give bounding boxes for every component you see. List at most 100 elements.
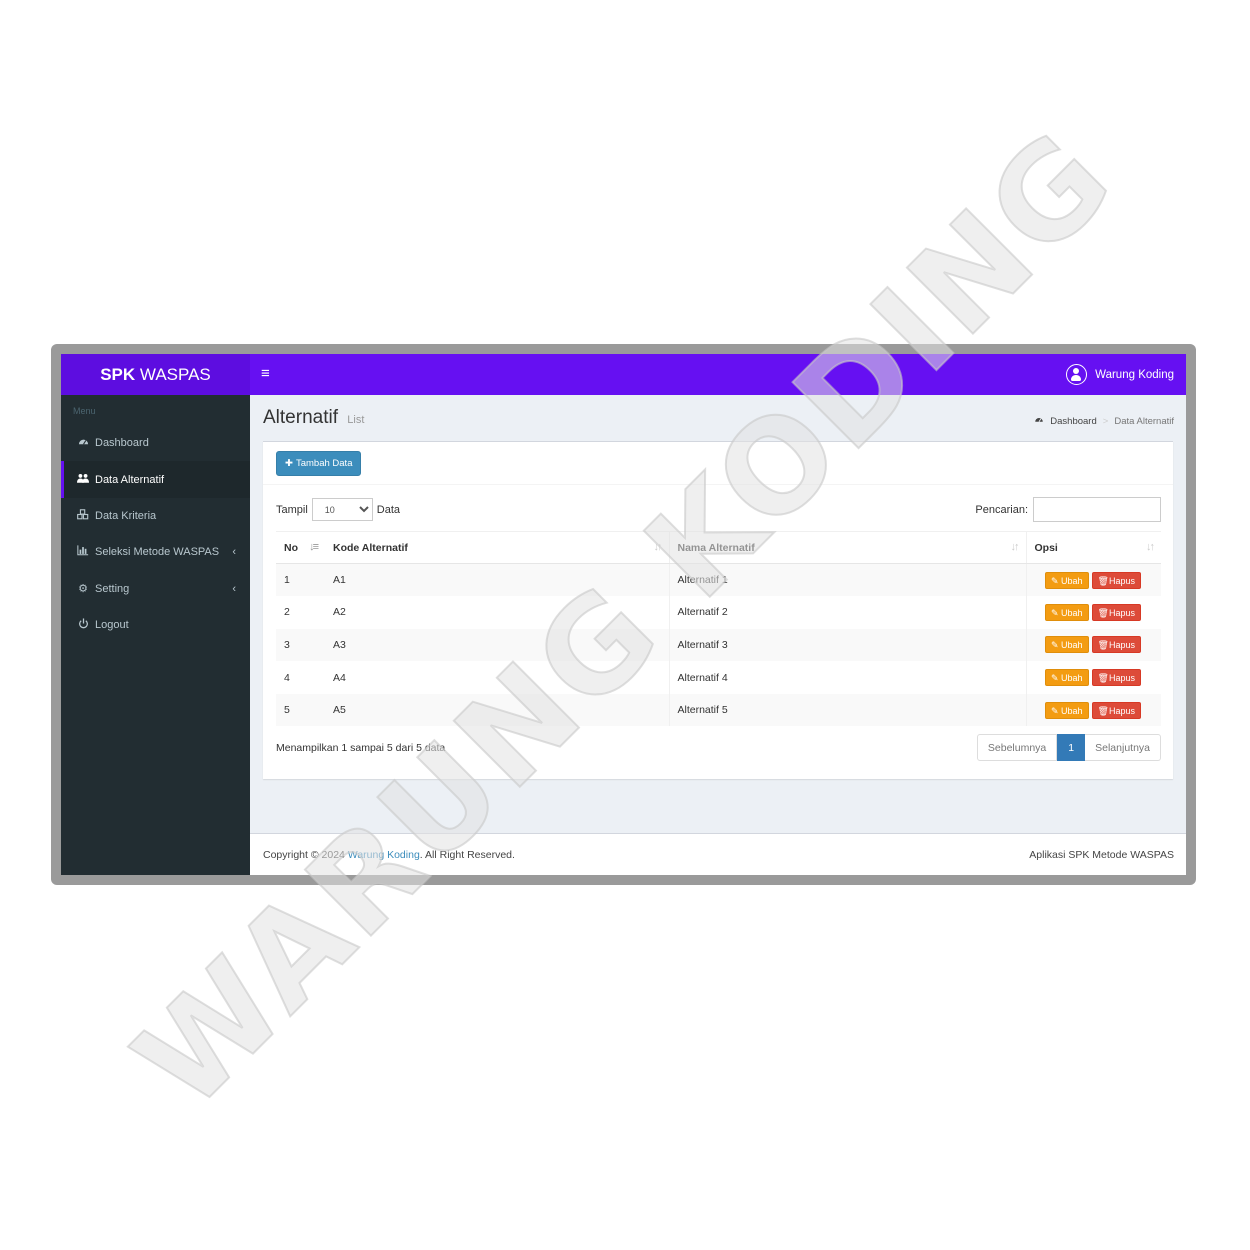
pagination: Sebelumnya 1 Selanjutnya <box>976 734 1161 761</box>
sidebar-item-seleksi-metode[interactable]: Seleksi Metode WASPAS ‹ <box>61 534 250 570</box>
edit-button[interactable]: ✎ Ubah <box>1044 701 1089 719</box>
sidebar-item-dashboard[interactable]: Dashboard <box>61 425 250 461</box>
cell-no: 3 <box>276 628 325 662</box>
table-row: 3 A3 Alternatif 3 ✎ Ubah 🗑Hapus <box>276 628 1161 662</box>
plus-icon: ✚ <box>285 458 293 469</box>
add-data-label: Tambah Data <box>295 458 353 469</box>
logo-bold: SPK <box>100 365 136 384</box>
sidebar-item-label: Seleksi Metode WASPAS <box>95 546 220 559</box>
column-header-no[interactable]: No ↓≡ <box>276 531 325 564</box>
edit-icon: ✎ <box>1050 575 1059 586</box>
edit-button[interactable]: ✎ Ubah <box>1044 571 1089 589</box>
sidebar-item-logout[interactable]: Logout <box>61 607 250 643</box>
cell-nama: Alternatif 3 <box>668 628 1026 662</box>
breadcrumb: Dashboard > Data Alternatif <box>1034 415 1174 427</box>
delete-label: Hapus <box>1108 640 1135 651</box>
users-icon <box>76 473 90 487</box>
edit-icon: ✎ <box>1050 705 1059 716</box>
delete-button[interactable]: 🗑Hapus <box>1091 669 1141 687</box>
dashboard-icon <box>76 436 90 450</box>
page-number-button[interactable]: 1 <box>1057 734 1086 761</box>
sidebar-item-label: Data Kriteria <box>95 509 157 522</box>
search-input[interactable] <box>1033 497 1161 522</box>
delete-button[interactable]: 🗑Hapus <box>1091 571 1141 589</box>
content-wrapper: Alternatif List Dashboard > Data Alterna… <box>250 395 1186 833</box>
column-header-nama[interactable]: Nama Alternatif ↓↑ <box>668 531 1026 564</box>
column-header-label: No <box>284 541 298 554</box>
sidebar-toggle-icon[interactable]: ≡ <box>261 354 270 395</box>
sort-icon: ↓↑ <box>653 541 663 553</box>
sidebar-item-data-alternatif[interactable]: Data Alternatif <box>61 461 250 498</box>
sort-icon: ↓↑ <box>1146 541 1155 553</box>
cell-nama: Alternatif 2 <box>668 596 1026 629</box>
length-prefix: Tampil <box>276 503 308 516</box>
sidebar-item-data-kriteria[interactable]: Data Kriteria <box>61 498 250 534</box>
length-suffix: Data <box>376 503 401 516</box>
sidebar-item-setting[interactable]: ⚙ Setting ‹ <box>61 571 250 607</box>
table-row: 2 A2 Alternatif 2 ✎ Ubah 🗑Hapus <box>276 596 1161 629</box>
edit-icon: ✎ <box>1050 640 1059 651</box>
page-title: Alternatif List <box>263 407 364 429</box>
footer: Copyright © 2024 Warung Koding. All Righ… <box>250 833 1186 875</box>
breadcrumb-dashboard[interactable]: Dashboard <box>1050 416 1096 427</box>
edit-label: Ubah <box>1061 607 1083 618</box>
table-row: 1 A1 Alternatif 1 ✎ Ubah 🗑Hapus <box>276 563 1161 597</box>
sort-asc-icon: ↓≡ <box>309 541 319 553</box>
cell-opsi: ✎ Ubah 🗑Hapus <box>1025 693 1161 727</box>
page-length-control: Tampil 10 Data <box>276 498 400 521</box>
app-window: SPK WASPAS ≡ Warung Koding Menu Dashboar… <box>61 354 1186 875</box>
chevron-left-icon: ‹ <box>232 582 236 595</box>
delete-button[interactable]: 🗑Hapus <box>1091 701 1141 719</box>
sidebar-item-label: Dashboard <box>95 437 149 450</box>
edit-label: Ubah <box>1061 673 1083 684</box>
top-navbar: SPK WASPAS ≡ Warung Koding <box>61 354 1186 395</box>
next-page-button[interactable]: Selanjutnya <box>1085 734 1161 761</box>
footer-suffix: . All Right Reserved. <box>419 849 515 861</box>
footer-link[interactable]: Warung Koding <box>348 849 420 861</box>
app-logo[interactable]: SPK WASPAS <box>61 354 250 395</box>
edit-button[interactable]: ✎ Ubah <box>1044 669 1089 687</box>
sidebar-item-label: Data Alternatif <box>95 473 165 486</box>
cell-nama: Alternatif 1 <box>668 563 1026 597</box>
page-length-select[interactable]: 10 <box>311 498 373 521</box>
table-header-row: No ↓≡ Kode Alternatif ↓↑ Nama Alternatif… <box>276 531 1161 564</box>
trash-icon: 🗑 <box>1097 640 1109 651</box>
edit-button[interactable]: ✎ Ubah <box>1044 636 1089 654</box>
table-row: 4 A4 Alternatif 4 ✎ Ubah 🗑Hapus <box>276 661 1161 694</box>
sidebar-menu-header: Menu <box>73 406 96 416</box>
delete-label: Hapus <box>1108 705 1135 716</box>
table-info: Menampilkan 1 sampai 5 dari 5 data <box>276 742 446 754</box>
edit-label: Ubah <box>1061 640 1083 651</box>
logo-rest: WASPAS <box>139 365 211 384</box>
column-header-kode[interactable]: Kode Alternatif ↓↑ <box>325 531 669 564</box>
column-header-label: Nama Alternatif <box>677 541 755 554</box>
sidebar-item-label: Setting <box>95 582 130 595</box>
chevron-left-icon: ‹ <box>232 546 236 559</box>
alternatif-table: No ↓≡ Kode Alternatif ↓↑ Nama Alternatif… <box>276 531 1161 727</box>
edit-icon: ✎ <box>1050 673 1059 684</box>
edit-label: Ubah <box>1061 575 1083 586</box>
prev-page-button[interactable]: Sebelumnya <box>976 734 1058 761</box>
delete-button[interactable]: 🗑Hapus <box>1091 603 1141 621</box>
data-box: ✚ Tambah Data Tampil 10 Data Pencarian: <box>263 441 1173 779</box>
search-label: Pencarian: <box>975 503 1028 516</box>
box-header: ✚ Tambah Data <box>263 442 1173 485</box>
footer-prefix: Copyright © 2024 <box>263 849 348 861</box>
sidebar: Menu Dashboard Data Alternatif Data Krit… <box>61 395 250 875</box>
delete-label: Hapus <box>1108 673 1135 684</box>
column-header-label: Kode Alternatif <box>333 541 408 554</box>
cell-no: 4 <box>284 671 290 684</box>
column-header-opsi[interactable]: Opsi ↓↑ <box>1025 531 1161 564</box>
trash-icon: 🗑 <box>1097 673 1109 684</box>
edit-button[interactable]: ✎ Ubah <box>1044 603 1089 621</box>
add-data-button[interactable]: ✚ Tambah Data <box>276 451 362 476</box>
trash-icon: 🗑 <box>1097 607 1109 618</box>
cell-kode: A1 <box>325 563 669 597</box>
user-menu[interactable]: Warung Koding <box>1066 354 1174 395</box>
cell-nama: Alternatif 5 <box>668 693 1026 727</box>
trash-icon: 🗑 <box>1097 705 1109 716</box>
delete-button[interactable]: 🗑Hapus <box>1091 636 1141 654</box>
user-avatar-icon <box>1066 364 1088 385</box>
page-subtitle: List <box>347 414 365 426</box>
cubes-icon <box>76 509 90 523</box>
